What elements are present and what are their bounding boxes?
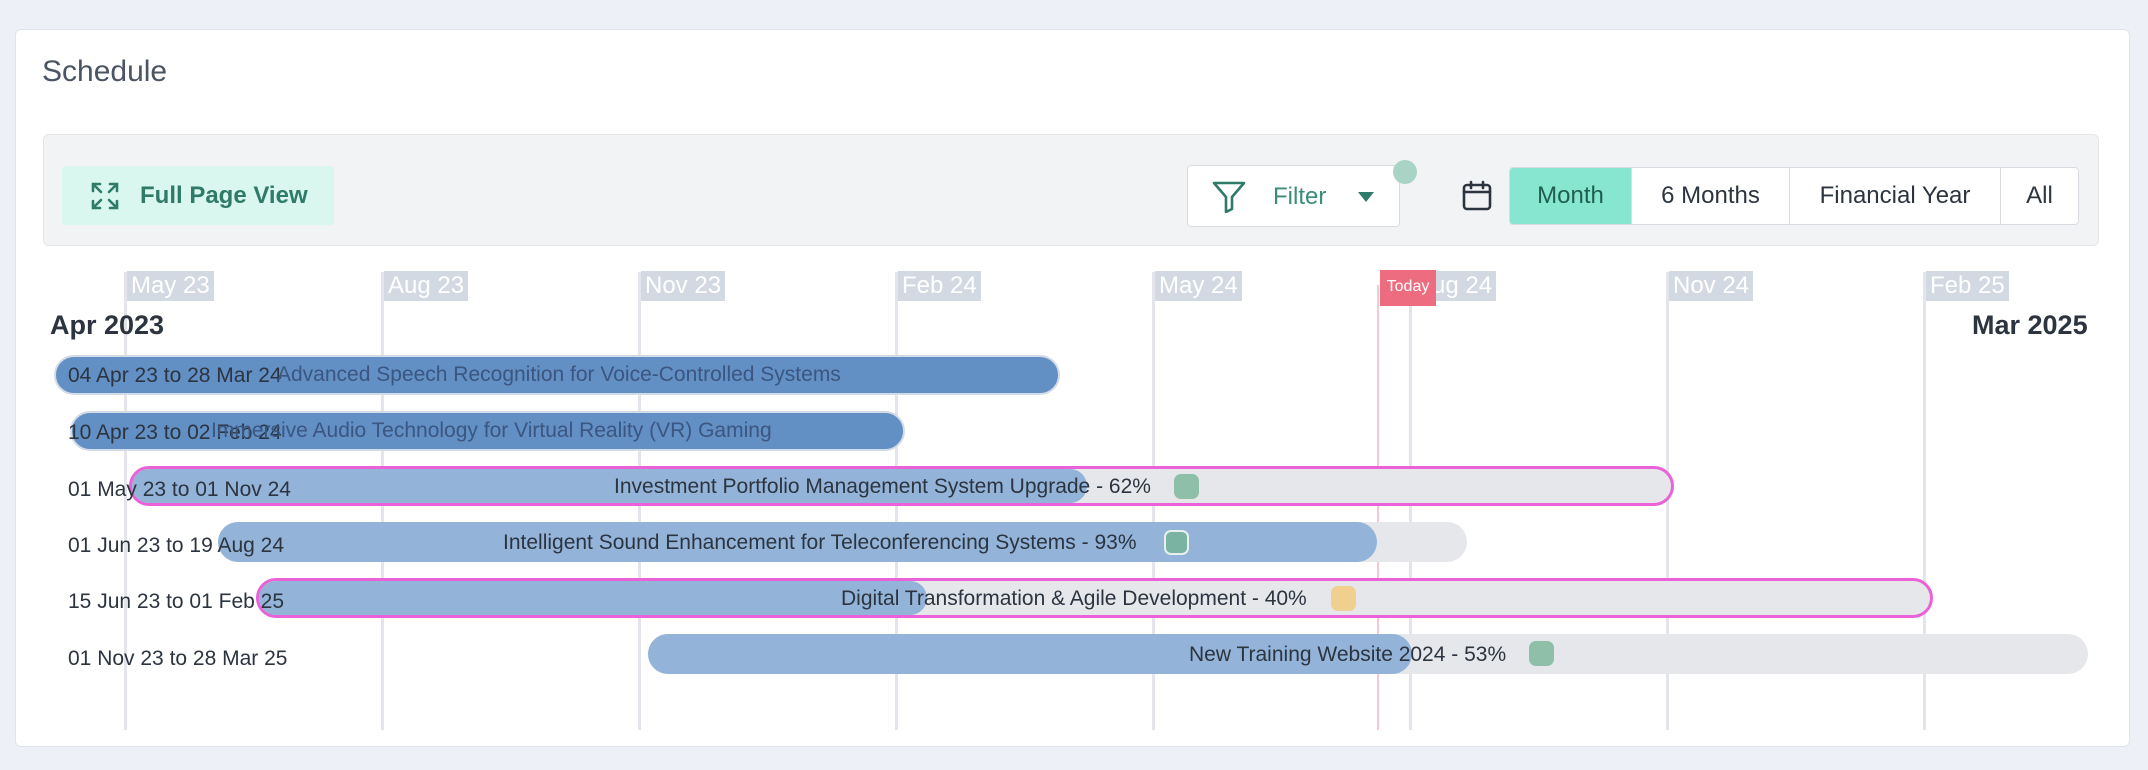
task-dates: 15 Jun 23 to 01 Feb 25	[68, 590, 284, 613]
month-label: Feb 25	[1926, 271, 2009, 301]
timeline-start-label: Apr 2023	[50, 310, 165, 340]
month-label: Nov 23	[641, 271, 726, 301]
task-name: Digital Transformation & Agile Developme…	[841, 587, 1307, 610]
month-label: Aug 23	[384, 271, 469, 301]
task-name: New Training Website 2024 - 53%	[1189, 643, 1507, 666]
task-dates: 01 May 23 to 01 Nov 24	[68, 478, 291, 501]
task-dates: 01 Nov 23 to 28 Mar 25	[68, 647, 288, 670]
month-label: May 24	[1155, 271, 1242, 301]
task-name: Investment Portfolio Management System U…	[614, 475, 1151, 498]
task-name: Advanced Speech Recognition for Voice-Co…	[277, 363, 841, 386]
status-pill	[1529, 641, 1554, 666]
timeline-end-label: Mar 2025	[1972, 310, 2088, 340]
status-pill	[1164, 530, 1189, 555]
task-dates: 01 Jun 23 to 19 Aug 24	[68, 534, 285, 557]
month-label: May 23	[127, 271, 214, 301]
status-pill	[1331, 586, 1356, 611]
task-name: Immersive Audio Technology for Virtual R…	[211, 419, 772, 442]
month-label: Nov 24	[1669, 271, 1754, 301]
task-name: Intelligent Sound Enhancement for Teleco…	[503, 531, 1137, 554]
gantt-chart: May 23 Aug 23 Nov 23 Feb 24 May 24 Aug 2…	[0, 0, 2148, 770]
today-badge: Today	[1380, 270, 1436, 306]
month-label: Feb 24	[898, 271, 981, 301]
task-dates: 04 Apr 23 to 28 Mar 24	[68, 364, 282, 387]
task-progress	[259, 581, 927, 615]
status-pill	[1174, 474, 1199, 499]
